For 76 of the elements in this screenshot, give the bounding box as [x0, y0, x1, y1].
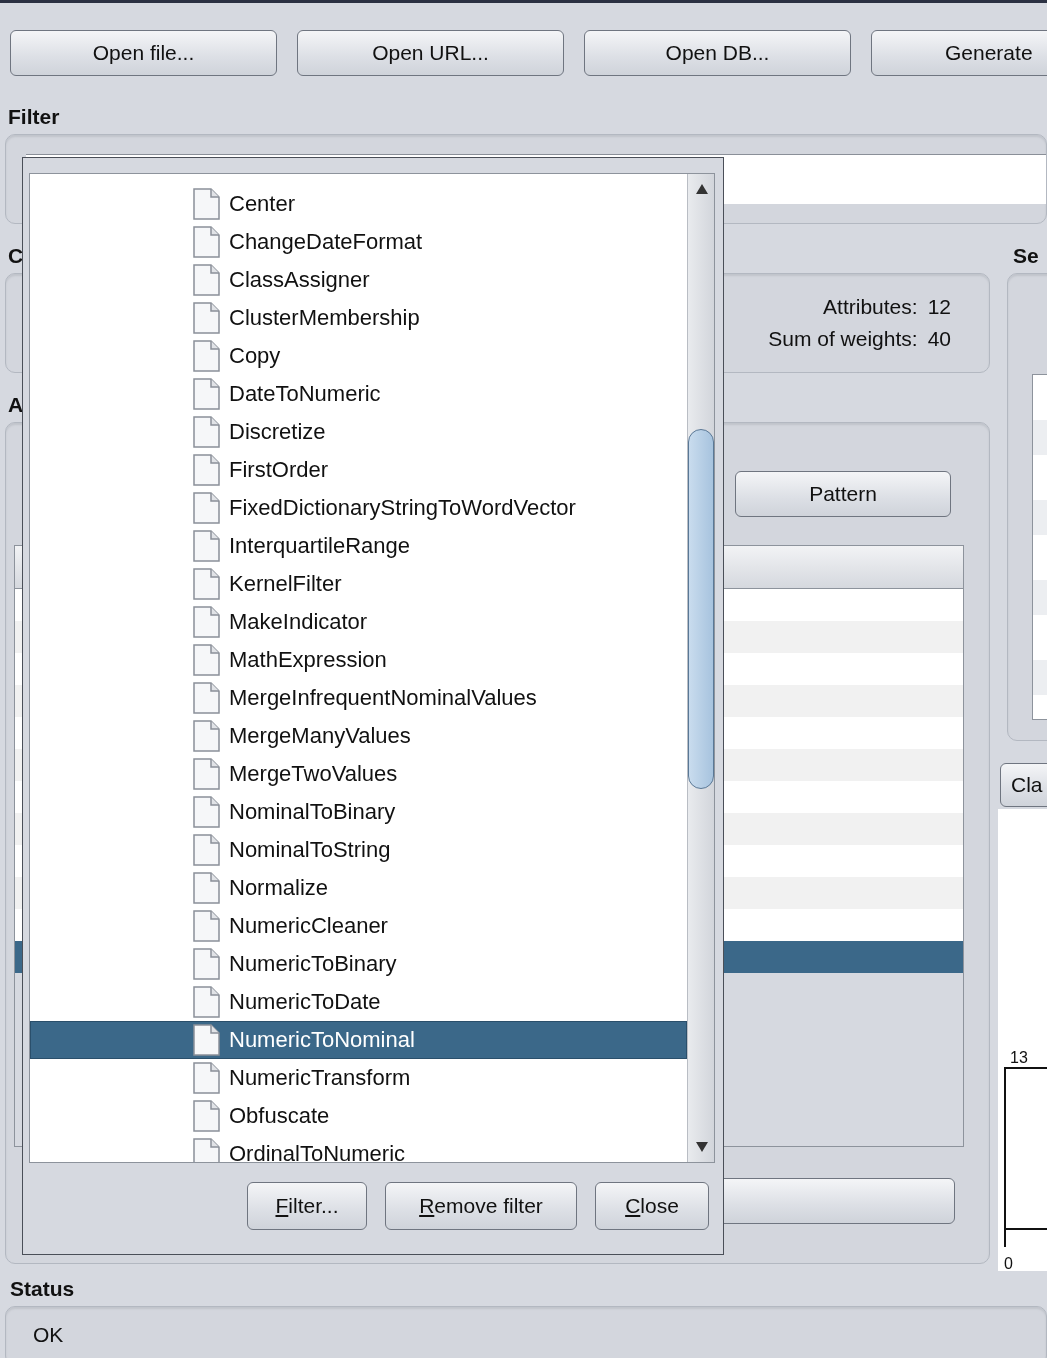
- tree-item[interactable]: ChangeDateFormat: [30, 223, 687, 261]
- tree-item[interactable]: KernelFilter: [30, 565, 687, 603]
- tree-item[interactable]: MergeInfrequentNominalValues: [30, 679, 687, 717]
- scroll-up-icon[interactable]: [695, 184, 708, 194]
- tree-item[interactable]: MakeIndicator: [30, 603, 687, 641]
- tree-item[interactable]: NominalToString: [30, 831, 687, 869]
- file-icon: [193, 188, 220, 220]
- histogram-min-label: 0: [1004, 1255, 1013, 1273]
- file-icon: [193, 1100, 220, 1132]
- file-icon: [193, 910, 220, 942]
- tree-item[interactable]: InterquartileRange: [30, 527, 687, 565]
- tree-item[interactable]: Discretize: [30, 413, 687, 451]
- pattern-button[interactable]: Pattern: [735, 471, 951, 517]
- section-label: A: [7, 393, 24, 417]
- toolbar-button[interactable]: Open DB...: [584, 30, 851, 76]
- dialog-button[interactable]: Remove filter: [385, 1182, 577, 1230]
- class-dropdown[interactable]: Cla: [1000, 763, 1047, 807]
- tree-item[interactable]: MathExpression: [30, 641, 687, 679]
- file-icon: [193, 1024, 220, 1056]
- tree-item[interactable]: Obfuscate: [30, 1097, 687, 1135]
- file-icon: [193, 492, 220, 524]
- toolbar-button[interactable]: Generate: [871, 30, 1047, 76]
- scroll-thumb[interactable]: [688, 429, 714, 789]
- tree-item[interactable]: NumericToDate: [30, 983, 687, 1021]
- file-icon: [193, 720, 220, 752]
- tree-item[interactable]: FirstOrder: [30, 451, 687, 489]
- tree-item[interactable]: MergeTwoValues: [30, 755, 687, 793]
- stat-label: Sum of weights:: [768, 327, 918, 351]
- status-message: OK: [33, 1323, 64, 1346]
- tree-item[interactable]: NumericTransform: [30, 1059, 687, 1097]
- file-icon: [193, 416, 220, 448]
- toolbar-button[interactable]: Open URL...: [297, 30, 564, 76]
- scrollbar[interactable]: [687, 174, 714, 1162]
- tree-item[interactable]: MergeManyValues: [30, 717, 687, 755]
- file-icon: [193, 644, 220, 676]
- tree-item[interactable]: OrdinalToNumeric: [30, 1135, 687, 1162]
- file-icon: [193, 948, 220, 980]
- section-label: C: [7, 244, 24, 268]
- file-icon: [193, 682, 220, 714]
- section-label: Filter: [7, 105, 60, 129]
- tree-item[interactable]: ClassAssigner: [30, 261, 687, 299]
- file-icon: [193, 454, 220, 486]
- file-icon: [193, 226, 220, 258]
- stat-label: Attributes:: [822, 295, 918, 319]
- stat-value: 12: [927, 295, 951, 319]
- tree-item[interactable]: NominalToBinary: [30, 793, 687, 831]
- section-label: Se: [1012, 244, 1039, 268]
- file-icon: [193, 1062, 220, 1094]
- file-icon: [193, 568, 220, 600]
- file-icon: [193, 264, 220, 296]
- tree-item[interactable]: NumericToNominal: [30, 1021, 687, 1059]
- dialog-button[interactable]: Filter...: [247, 1182, 367, 1230]
- dialog-button[interactable]: Close: [595, 1182, 709, 1230]
- tree-item[interactable]: Normalize: [30, 869, 687, 907]
- tree-item[interactable]: ClusterMembership: [30, 299, 687, 337]
- tree-item[interactable]: Copy: [30, 337, 687, 375]
- file-icon: [193, 872, 220, 904]
- toolbar-button[interactable]: Open file...: [10, 30, 277, 76]
- tree-item[interactable]: NumericCleaner: [30, 907, 687, 945]
- file-icon: [193, 606, 220, 638]
- file-icon: [193, 340, 220, 372]
- tree-item[interactable]: DateToNumeric: [30, 375, 687, 413]
- file-icon: [193, 302, 220, 334]
- file-icon: [193, 796, 220, 828]
- stat-value: 40: [927, 327, 951, 351]
- file-icon: [193, 834, 220, 866]
- section-label: Status: [9, 1277, 75, 1301]
- file-icon: [193, 530, 220, 562]
- scroll-down-icon[interactable]: [695, 1142, 708, 1152]
- histogram-max-label: 13: [1010, 1049, 1028, 1067]
- file-icon: [193, 378, 220, 410]
- tree-item[interactable]: Center: [30, 185, 687, 223]
- file-icon: [193, 758, 220, 790]
- tree-item[interactable]: NumericToBinary: [30, 945, 687, 983]
- file-icon: [193, 986, 220, 1018]
- tree-item[interactable]: FixedDictionaryStringToWordVector: [30, 489, 687, 527]
